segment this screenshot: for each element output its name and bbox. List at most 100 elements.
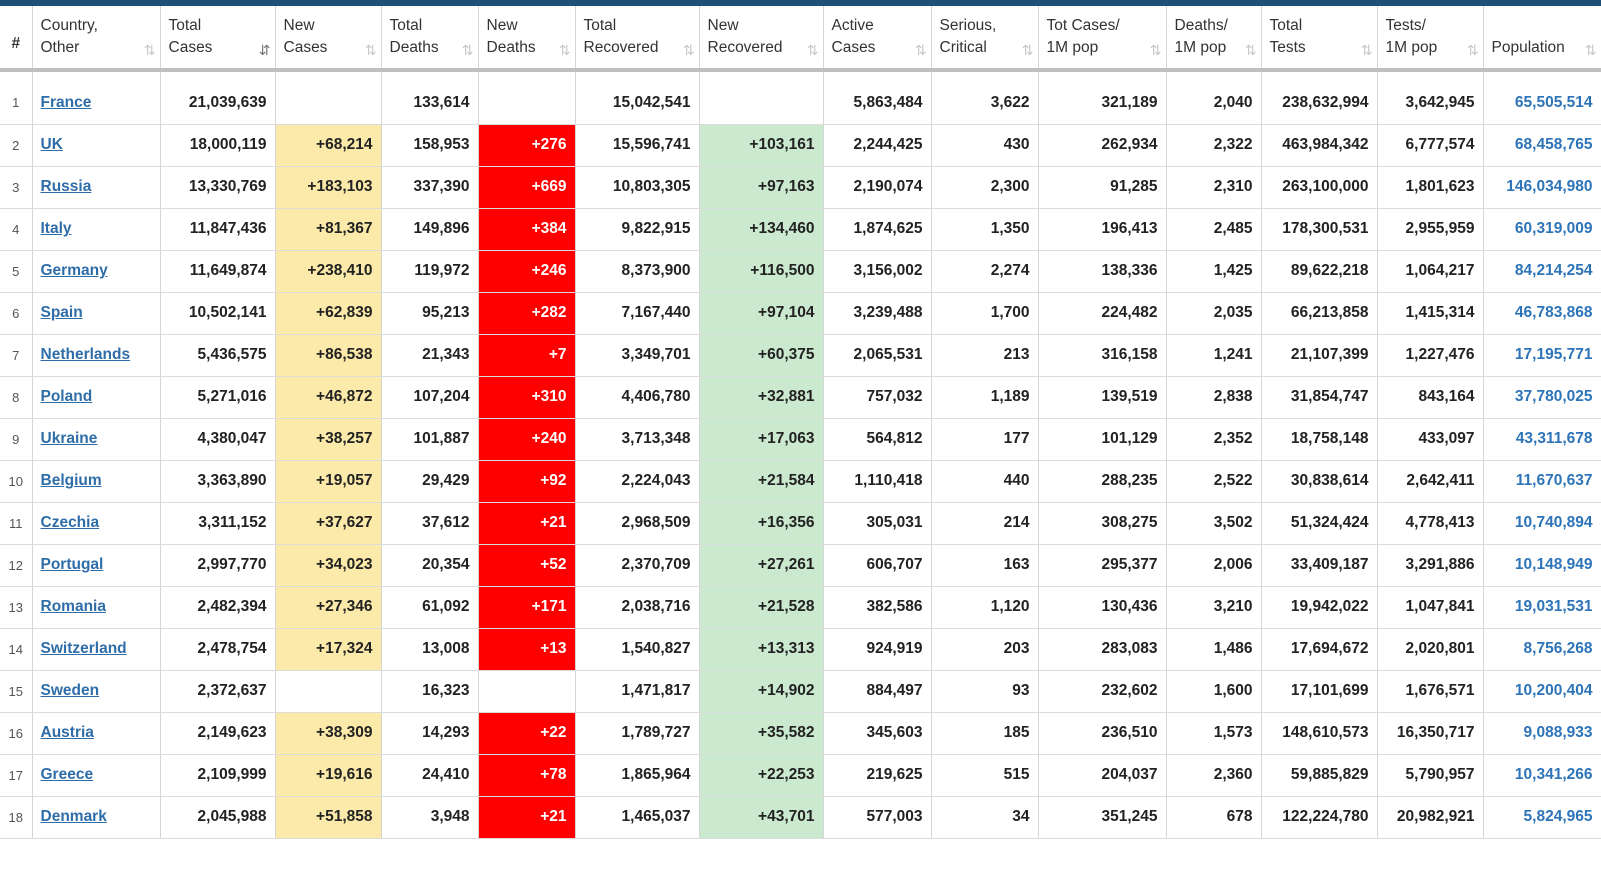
cell-new-recovered: +13,313 — [699, 628, 824, 671]
table-row: 14 Switzerland 2,478,754 +17,324 13,008 +13 1,… — [0, 628, 1601, 671]
cell-country: Greece — [32, 754, 161, 797]
cell-new-recovered: +134,460 — [699, 208, 824, 251]
cell-population: 9,088,933 — [1483, 712, 1601, 755]
cell-deaths-per-1m: 1,486 — [1166, 628, 1262, 671]
sort-icon[interactable]: ⇅ — [559, 44, 571, 58]
cell-total-tests: 33,409,187 — [1261, 544, 1378, 587]
cell-rank: 7 — [0, 334, 33, 377]
country-link[interactable]: Romania — [41, 598, 106, 615]
header-label-line2: Tests — [1269, 39, 1306, 56]
header-label-line1: New — [707, 17, 739, 34]
cell-new-deaths: +52 — [478, 544, 576, 587]
cell-new-cases: +62,839 — [275, 292, 382, 335]
header-country[interactable]: Country, Other ⇅ — [32, 6, 161, 72]
sort-icon[interactable]: ⇅ — [1361, 44, 1373, 58]
header-total-cases[interactable]: Total Cases ⇵ — [160, 6, 276, 72]
country-link[interactable]: Austria — [41, 724, 94, 741]
header-new-cases[interactable]: New Cases ⇅ — [275, 6, 382, 72]
cell-total-cases: 2,372,637 — [160, 670, 276, 713]
country-link[interactable]: Denmark — [41, 808, 107, 825]
header-tests-per-1m[interactable]: Tests/1M pop ⇅ — [1377, 6, 1484, 72]
country-link[interactable]: Portugal — [41, 556, 104, 573]
cell-new-cases — [275, 82, 382, 125]
cell-rank: 4 — [0, 208, 33, 251]
country-link[interactable]: Czechia — [41, 514, 100, 531]
cell-new-recovered: +35,582 — [699, 712, 824, 755]
cell-total-deaths: 24,410 — [381, 754, 479, 797]
sort-icon[interactable]: ⇅ — [1022, 44, 1034, 58]
header-serious-critical[interactable]: Serious, Critical ⇅ — [931, 6, 1039, 72]
cell-serious-critical: 2,300 — [931, 166, 1039, 209]
table-row: 17 Greece 2,109,999 +19,616 24,410 +78 1,865,9… — [0, 754, 1601, 797]
cell-new-deaths: +240 — [478, 418, 576, 461]
cell-total-deaths: 21,343 — [381, 334, 479, 377]
sort-icon[interactable]: ⇅ — [462, 44, 474, 58]
country-link[interactable]: Germany — [41, 262, 108, 279]
cell-new-deaths: +13 — [478, 628, 576, 671]
header-tot-cases-per-1m[interactable]: Tot Cases/1M pop ⇅ — [1038, 6, 1167, 72]
cell-new-deaths: +78 — [478, 754, 576, 797]
cell-new-recovered: +14,902 — [699, 670, 824, 713]
cell-active-cases: 382,586 — [823, 586, 932, 629]
cell-tot-cases-per-1m: 138,336 — [1038, 250, 1167, 293]
cell-total-deaths: 101,887 — [381, 418, 479, 461]
header-total-tests[interactable]: Total Tests ⇅ — [1261, 6, 1378, 72]
header-label-line2: Population — [1491, 39, 1565, 56]
cell-new-cases: +38,309 — [275, 712, 382, 755]
header-label-line1: Total — [1269, 17, 1303, 34]
sort-icon[interactable]: ⇅ — [807, 44, 819, 58]
header-total-recovered[interactable]: Total Recovered ⇅ — [575, 6, 700, 72]
cell-country: Belgium — [32, 460, 161, 503]
cell-total-deaths: 107,204 — [381, 376, 479, 419]
country-link[interactable]: Spain — [41, 304, 83, 321]
cell-tot-cases-per-1m: 196,413 — [1038, 208, 1167, 251]
header-deaths-per-1m[interactable]: Deaths/1M pop ⇅ — [1166, 6, 1262, 72]
country-link[interactable]: Russia — [41, 178, 92, 195]
cell-population: 19,031,531 — [1483, 586, 1601, 629]
header-new-recovered[interactable]: New Recovered ⇅ — [699, 6, 824, 72]
header-active-cases[interactable]: Active Cases ⇅ — [823, 6, 932, 72]
country-link[interactable]: Netherlands — [41, 346, 131, 363]
cell-total-recovered: 15,596,741 — [575, 124, 700, 167]
sort-icon[interactable]: ⇅ — [1585, 44, 1597, 58]
cell-new-recovered: +103,161 — [699, 124, 824, 167]
cell-total-recovered: 1,789,727 — [575, 712, 700, 755]
country-link[interactable]: Belgium — [41, 472, 102, 489]
cell-tot-cases-per-1m: 236,510 — [1038, 712, 1167, 755]
cell-serious-critical: 1,120 — [931, 586, 1039, 629]
cell-country: Austria — [32, 712, 161, 755]
cell-total-tests: 463,984,342 — [1261, 124, 1378, 167]
cell-deaths-per-1m: 2,838 — [1166, 376, 1262, 419]
header-new-deaths[interactable]: New Deaths ⇅ — [478, 6, 576, 72]
cell-total-tests: 30,838,614 — [1261, 460, 1378, 503]
sort-icon[interactable]: ⇵ — [259, 44, 271, 58]
header-label-line2: Other — [40, 39, 80, 56]
country-link[interactable]: Greece — [41, 766, 94, 783]
country-link[interactable]: UK — [41, 136, 63, 153]
header-total-deaths[interactable]: Total Deaths ⇅ — [381, 6, 479, 72]
cell-serious-critical: 34 — [931, 796, 1039, 839]
sort-icon[interactable]: ⇅ — [683, 44, 695, 58]
sort-icon[interactable]: ⇅ — [915, 44, 927, 58]
cell-tot-cases-per-1m: 295,377 — [1038, 544, 1167, 587]
sort-icon[interactable]: ⇅ — [365, 44, 377, 58]
country-link[interactable]: Poland — [41, 388, 93, 405]
country-link[interactable]: France — [41, 94, 92, 111]
sort-icon[interactable]: ⇅ — [144, 44, 156, 58]
cell-new-deaths: +22 — [478, 712, 576, 755]
sort-icon[interactable]: ⇅ — [1467, 44, 1479, 58]
country-link[interactable]: Sweden — [41, 682, 100, 699]
table-header-row: # Country, Other ⇅ Total Cases ⇵ New Cases ⇅ Total… — [0, 6, 1601, 72]
cell-tests-per-1m: 1,227,476 — [1377, 334, 1484, 377]
header-population[interactable]: Population ⇅ — [1483, 6, 1601, 72]
sort-icon[interactable]: ⇅ — [1245, 44, 1257, 58]
cell-total-cases: 2,478,754 — [160, 628, 276, 671]
country-link[interactable]: Ukraine — [41, 430, 98, 447]
country-link[interactable]: Italy — [41, 220, 72, 237]
cell-total-tests: 178,300,531 — [1261, 208, 1378, 251]
country-link[interactable]: Switzerland — [41, 640, 127, 657]
cell-deaths-per-1m: 2,360 — [1166, 754, 1262, 797]
cell-total-recovered: 1,540,827 — [575, 628, 700, 671]
table-row: 12 Portugal 2,997,770 +34,023 20,354 +52 2,370… — [0, 544, 1601, 587]
sort-icon[interactable]: ⇅ — [1150, 44, 1162, 58]
